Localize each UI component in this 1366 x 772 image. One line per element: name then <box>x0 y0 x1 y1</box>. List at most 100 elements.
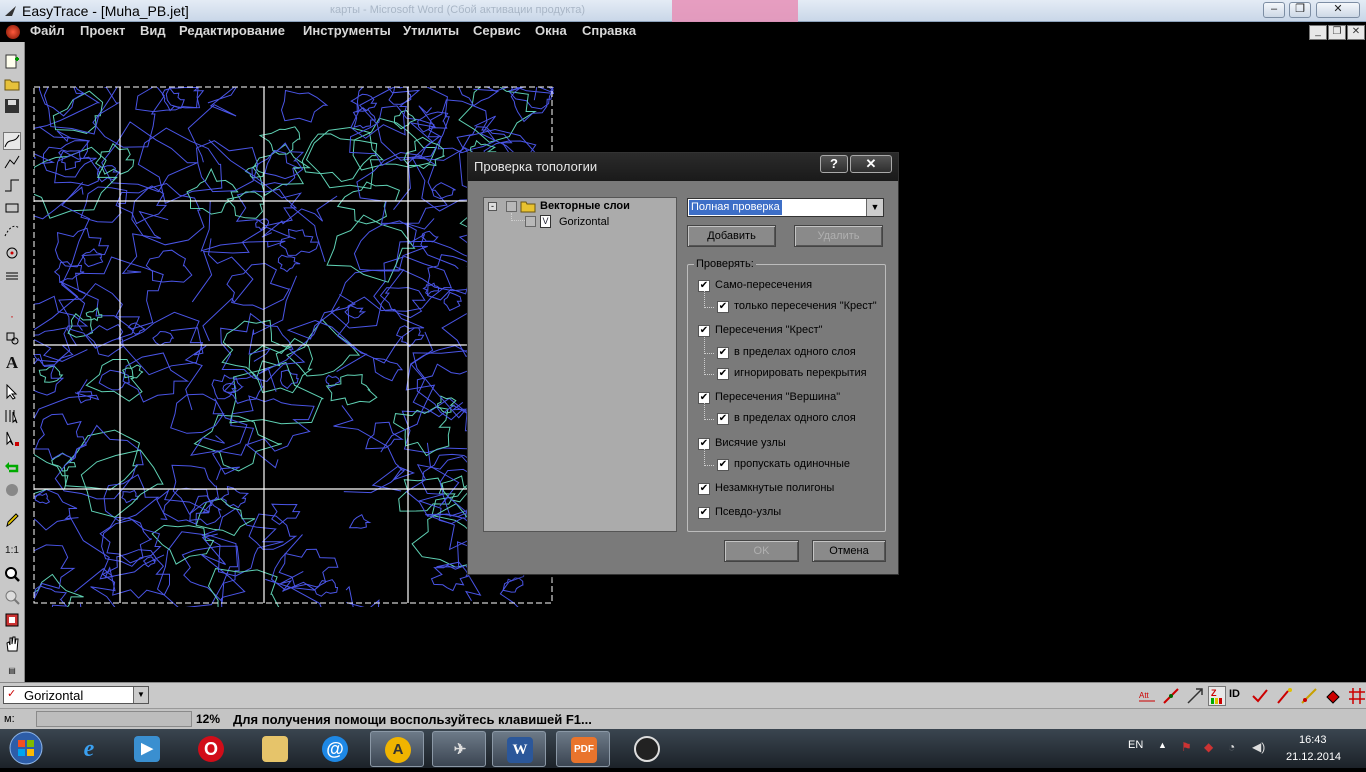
menu-utilities[interactable]: Утилиты <box>403 23 459 38</box>
hatch-tool-icon[interactable] <box>3 268 21 286</box>
tray-expand-icon[interactable]: ▲ <box>1158 740 1167 750</box>
option-checkbox[interactable]: ✔ <box>717 413 729 425</box>
option-label[interactable]: в пределах одного слоя <box>734 346 856 358</box>
zoom-out-icon[interactable] <box>3 589 21 607</box>
clock-time[interactable]: 16:43 <box>1299 734 1327 746</box>
option-checkbox[interactable]: ✔ <box>698 325 710 337</box>
option-label[interactable]: Псевдо-узлы <box>715 506 781 518</box>
node-edit-icon[interactable] <box>1300 687 1318 705</box>
action-center-icon[interactable]: ⚑ <box>1181 740 1192 754</box>
minimize-button[interactable]: – <box>1263 2 1285 18</box>
language-indicator[interactable]: EN <box>1128 739 1143 751</box>
taskbar-easytrace[interactable]: A <box>370 731 424 767</box>
menu-view[interactable]: Вид <box>140 23 166 38</box>
transform-icon[interactable] <box>3 482 21 500</box>
option-label[interactable]: Висячие узлы <box>715 437 786 449</box>
option-label[interactable]: Пересечения "Вершина" <box>715 391 840 403</box>
new-file-icon[interactable] <box>3 54 21 72</box>
delete-button[interactable]: Удалить <box>794 225 883 247</box>
taskbar-pdf[interactable]: PDF <box>556 731 610 767</box>
tree-child-checkbox[interactable] <box>525 216 536 227</box>
taskbar-app-plane[interactable]: ✈ <box>432 731 486 767</box>
menu-project[interactable]: Проект <box>80 23 125 38</box>
chevron-down-icon[interactable]: ▼ <box>866 199 883 216</box>
option-checkbox[interactable]: ✔ <box>717 368 729 380</box>
close-dialog-button[interactable]: ✕ <box>850 155 892 173</box>
volume-icon[interactable]: ◀) <box>1252 740 1265 754</box>
dot-icon[interactable]: · <box>3 307 21 325</box>
attribute-icon[interactable]: Att <box>1138 687 1156 705</box>
option-label[interactable]: пропускать одиночные <box>734 458 850 470</box>
option-checkbox[interactable]: ✔ <box>717 301 729 313</box>
network-icon[interactable]: ◔ <box>1228 740 1235 754</box>
option-checkbox[interactable]: ✔ <box>698 483 710 495</box>
text-tool-icon[interactable]: A <box>3 354 21 372</box>
option-checkbox[interactable]: ✔ <box>717 347 729 359</box>
option-label[interactable]: в пределах одного слоя <box>734 412 856 424</box>
layers-tree[interactable]: - Векторные слои V Gorizontal <box>483 197 677 532</box>
chevron-down-icon[interactable]: ▼ <box>133 687 148 703</box>
symbol-tool-icon[interactable] <box>3 330 21 348</box>
option-label[interactable]: Само-пересечения <box>715 279 812 291</box>
undo-green-icon[interactable] <box>3 458 21 476</box>
arc-tool-icon[interactable] <box>3 222 21 240</box>
close-window-button[interactable]: ✕ <box>1316 2 1360 18</box>
zoom-extents-icon[interactable] <box>3 612 21 630</box>
mdi-restore-button[interactable]: ❐ <box>1328 25 1346 40</box>
check-profile-select[interactable]: Полная проверка ▼ <box>687 198 884 217</box>
fill-icon[interactable] <box>1324 687 1342 705</box>
menu-windows[interactable]: Окна <box>535 23 567 38</box>
mdi-close-button[interactable]: ✕ <box>1347 25 1365 40</box>
mdi-minimize-button[interactable]: _ <box>1309 25 1327 40</box>
polyline-tool-icon[interactable] <box>3 132 21 150</box>
option-label[interactable]: только пересечения "Крест" <box>734 300 877 312</box>
taskbar-ie[interactable]: e <box>62 731 116 767</box>
add-button[interactable]: Добавить <box>687 225 776 247</box>
id-icon[interactable]: ID <box>1229 688 1240 700</box>
line-tool-icon[interactable] <box>3 154 21 172</box>
start-button[interactable] <box>4 730 48 767</box>
taskbar-media-player[interactable]: ▶ <box>120 731 174 767</box>
grid-icon[interactable] <box>1348 687 1366 705</box>
taskbar-mail[interactable]: @ <box>308 731 362 767</box>
pan-hand-icon[interactable] <box>3 636 21 654</box>
antivirus-icon[interactable]: ◆ <box>1204 740 1213 754</box>
help-button[interactable]: ? <box>820 155 848 173</box>
option-checkbox[interactable]: ✔ <box>698 507 710 519</box>
taskbar-app-circle[interactable] <box>620 731 674 767</box>
menu-edit[interactable]: Редактирование <box>179 23 285 38</box>
taskbar-word[interactable]: W <box>492 731 546 767</box>
check-mark-icon[interactable] <box>1251 687 1269 705</box>
rectangle-tool-icon[interactable] <box>3 200 21 218</box>
save-icon[interactable] <box>3 98 21 116</box>
orthogonal-line-icon[interactable] <box>3 177 21 195</box>
option-label[interactable]: игнорировать перекрытия <box>734 367 867 379</box>
tree-root-label[interactable]: Векторные слои <box>540 200 630 212</box>
menu-help[interactable]: Справка <box>582 23 636 38</box>
zoom-icon[interactable] <box>3 566 21 584</box>
cancel-button[interactable]: Отмена <box>812 540 886 562</box>
snap-line-icon[interactable] <box>1162 687 1180 705</box>
current-layer-select[interactable]: ✓ Gorizontal ▼ <box>3 686 149 704</box>
select-arrow-icon[interactable] <box>3 383 21 402</box>
select-multiple-icon[interactable] <box>3 408 21 426</box>
scale-1to1-label[interactable]: 1:1 <box>3 542 21 560</box>
dialog-title-bar[interactable]: Проверка топологии ? ✕ <box>468 153 898 181</box>
node-pen-icon[interactable] <box>1276 687 1294 705</box>
ruler-icon[interactable]: ▤ <box>3 662 21 680</box>
option-label[interactable]: Незамкнутые полигоны <box>715 482 834 494</box>
option-label[interactable]: Пересечения "Крест" <box>715 324 823 336</box>
taskbar-explorer[interactable] <box>248 731 302 767</box>
option-checkbox[interactable]: ✔ <box>717 459 729 471</box>
z-order-icon[interactable]: Z <box>1208 686 1226 706</box>
ok-button[interactable]: OK <box>724 540 799 562</box>
menu-service[interactable]: Сервис <box>473 23 521 38</box>
taskbar-opera[interactable]: O <box>184 731 238 767</box>
menu-tools[interactable]: Инструменты <box>303 23 391 38</box>
snap-arrow-icon[interactable] <box>1186 687 1204 705</box>
tree-child-label[interactable]: Gorizontal <box>559 216 609 228</box>
maximize-button[interactable]: ❐ <box>1289 2 1311 18</box>
clock-date[interactable]: 21.12.2014 <box>1286 751 1341 763</box>
menu-file[interactable]: Файл <box>30 23 65 38</box>
open-folder-icon[interactable] <box>3 76 21 94</box>
